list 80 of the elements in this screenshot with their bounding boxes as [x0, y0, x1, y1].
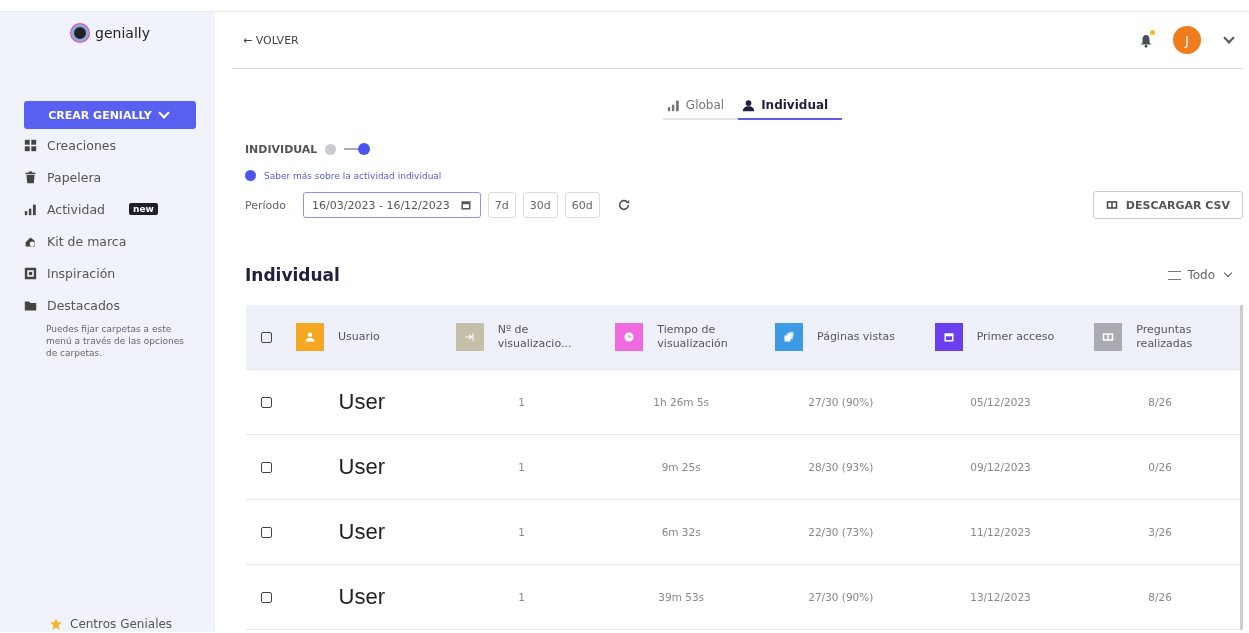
table-cell: 11/12/2023 — [970, 526, 1031, 538]
bar-chart-icon — [24, 202, 37, 216]
calendar-icon — [459, 199, 472, 211]
table-cell: 6m 32s — [661, 526, 701, 538]
column-header[interactable]: Nº de visualizacio... — [497, 323, 602, 351]
calendar-icon — [942, 331, 955, 343]
table-cell: 05/12/2023 — [970, 396, 1031, 408]
checkbox[interactable] — [260, 331, 272, 343]
checkbox[interactable] — [260, 526, 272, 538]
back-link[interactable]: ← VOLVER — [243, 33, 299, 47]
pages-icon — [783, 331, 795, 343]
table-cell: 39m 53s — [658, 591, 705, 603]
table-cell: 1 — [518, 396, 525, 408]
frame-icon — [24, 266, 37, 280]
create-button[interactable]: CREAR GENIALLY — [24, 101, 196, 129]
sidebar-item[interactable]: Destacados — [24, 289, 197, 321]
enter-icon — [463, 331, 476, 343]
logo-icon — [71, 24, 90, 42]
table-cell: 27/30 (90%) — [808, 396, 874, 408]
column-header[interactable]: Preguntas realizadas — [1136, 323, 1240, 351]
trash-icon — [24, 170, 37, 184]
help-link[interactable]: Saber más sobre la actividad individual — [264, 170, 442, 181]
sidebar-item[interactable]: Centros Geniales — [50, 616, 197, 632]
card-icon — [1105, 199, 1118, 211]
refresh-icon[interactable] — [616, 198, 631, 212]
filter-dropdown[interactable]: Todo — [1162, 267, 1243, 283]
column-header[interactable]: Primer acceso — [976, 330, 1055, 344]
card-icon — [1102, 331, 1115, 343]
table-cell: 8/26 — [1148, 396, 1172, 408]
section-title: Individual — [245, 265, 340, 285]
table-cell: User — [338, 519, 386, 545]
date-field[interactable]: 16/03/2023 - 16/12/2023 — [303, 192, 481, 218]
table-cell: User — [338, 454, 386, 480]
person-icon — [742, 98, 756, 112]
new-badge: new — [129, 203, 158, 215]
grid-icon — [24, 138, 37, 152]
sidebar-item[interactable]: Actividad new — [24, 193, 197, 225]
bar-chart-icon — [666, 98, 680, 112]
person-icon — [304, 331, 316, 343]
tab[interactable]: Global — [662, 94, 739, 120]
table-cell: 0/26 — [1148, 461, 1172, 473]
info-icon — [325, 143, 337, 155]
sidebar-hint: Puedes fijar carpetas a este menú a través de las opciones de carpetas. — [46, 323, 185, 359]
download-button[interactable]: DESCARGAR CSV — [1092, 191, 1243, 219]
column-header[interactable]: Tiempo de visualización — [657, 323, 761, 351]
checkbox[interactable] — [260, 461, 272, 473]
table-cell: 22/30 (73%) — [808, 526, 874, 538]
column-header[interactable]: Páginas vistas — [817, 330, 895, 344]
preset-button[interactable]: 7d — [487, 192, 516, 218]
table-cell: 28/30 (93%) — [808, 461, 874, 473]
preset-button[interactable]: 60d — [564, 192, 600, 218]
sidebar-item[interactable]: Papelera — [24, 161, 197, 193]
preset-button[interactable]: 30d — [522, 192, 558, 218]
table-cell: 1 — [518, 591, 525, 603]
toggle-label: INDIVIDUAL — [245, 142, 318, 156]
table-cell: 1h 26m 5s — [653, 396, 710, 408]
table-cell: 3/26 — [1148, 526, 1172, 538]
toggle-switch[interactable] — [344, 143, 371, 155]
sidebar-item[interactable]: Inspiración — [24, 257, 197, 289]
tab[interactable]: Individual — [738, 94, 843, 120]
checkbox[interactable] — [260, 396, 272, 408]
period-label: Período — [245, 198, 287, 212]
clock-icon — [623, 331, 636, 343]
logo-text: genially — [95, 25, 150, 41]
help-icon — [245, 170, 256, 181]
table-cell: User — [338, 389, 386, 415]
folder-icon — [24, 298, 37, 312]
table-cell: 13/12/2023 — [970, 591, 1031, 603]
table-cell: User — [338, 584, 386, 610]
table-cell: 09/12/2023 — [970, 461, 1031, 473]
bell-icon[interactable] — [1139, 33, 1153, 47]
table-cell: 9m 25s — [661, 461, 701, 473]
table-cell: 27/30 (90%) — [808, 591, 874, 603]
sidebar-item[interactable]: Kit de marca — [24, 225, 197, 257]
sidebar-item[interactable]: Creaciones — [24, 129, 197, 161]
column-header[interactable]: Usuario — [338, 330, 380, 344]
table-cell: 1 — [518, 461, 525, 473]
table-cell: 8/26 — [1148, 591, 1172, 603]
checkbox[interactable] — [260, 591, 272, 603]
table-cell: 1 — [518, 526, 525, 538]
